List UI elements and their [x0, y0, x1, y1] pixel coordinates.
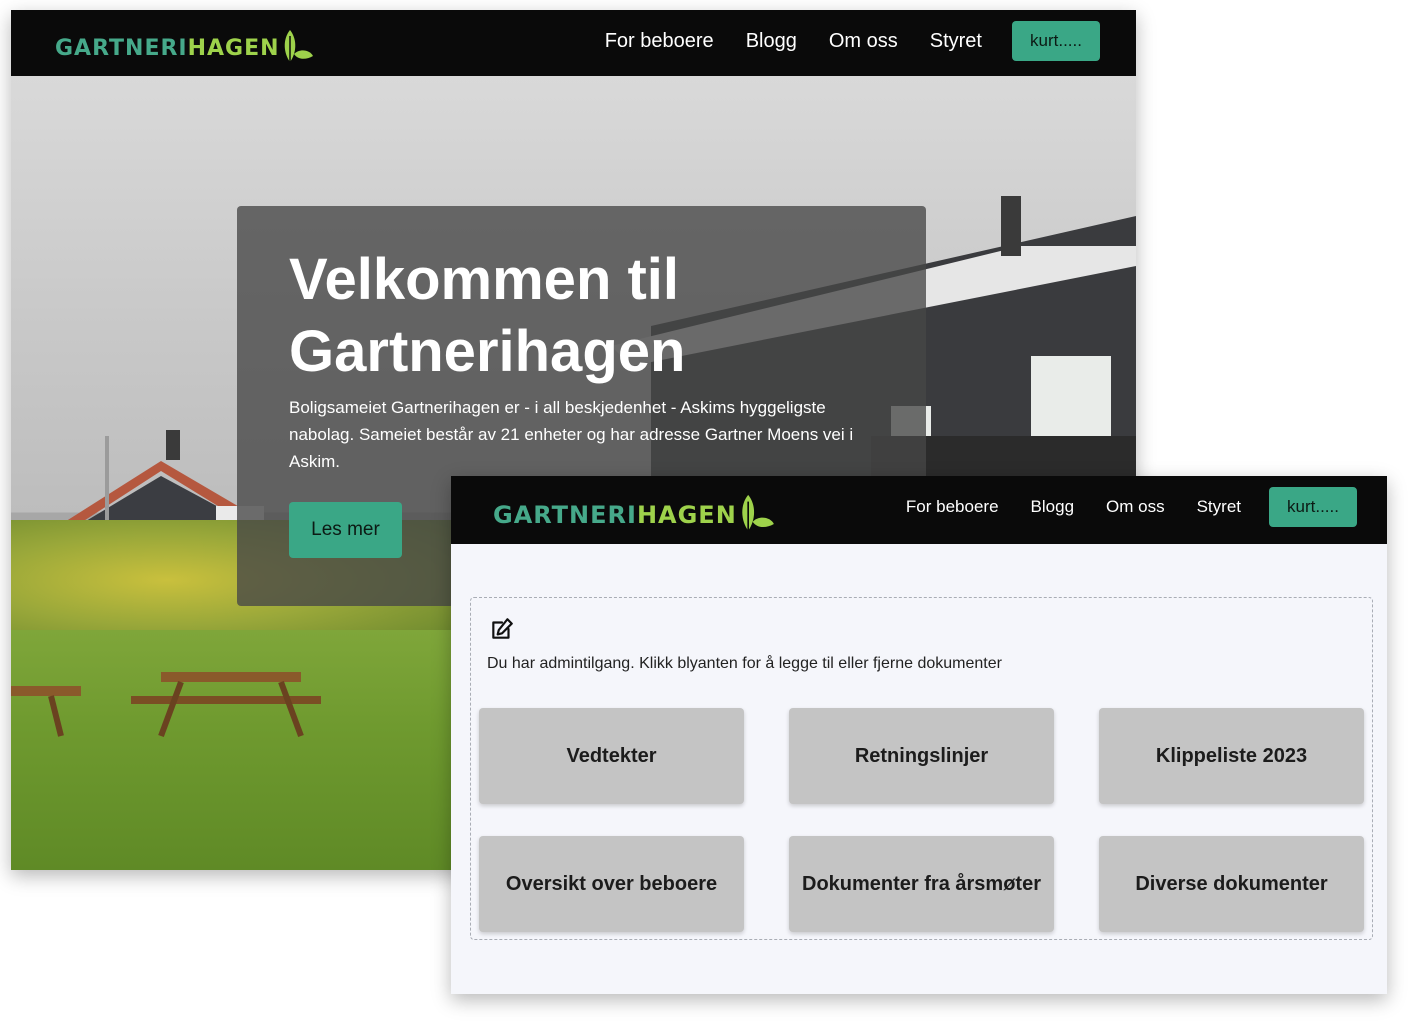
documents-window: GARTNERI HAGEN For beboere Blogg Om oss … [451, 476, 1387, 994]
doc-card-retningslinjer[interactable]: Retningslinjer [789, 708, 1054, 804]
admin-access-note: Du har admintilgang. Klikk blyanten for … [487, 655, 1002, 672]
nav-link-blogg[interactable]: Blogg [746, 30, 797, 53]
doc-card-diverse[interactable]: Diverse dokumenter [1099, 836, 1364, 932]
user-menu-button[interactable]: kurt..... [1269, 487, 1357, 527]
hero-title: Velkommen til Gartnerihagen [289, 247, 686, 384]
leaf-icon [742, 494, 774, 536]
user-menu-button[interactable]: kurt..... [1012, 21, 1100, 61]
nav-links: For beboere Blogg Om oss Styret kurt....… [573, 21, 1100, 61]
brand-logo[interactable]: GARTNERI HAGEN [493, 492, 775, 538]
top-navbar: GARTNERI HAGEN For beboere Blogg Om oss … [11, 10, 1136, 76]
nav-link-styret[interactable]: Styret [930, 30, 982, 53]
logo-text-part1: GARTNERI [493, 501, 637, 529]
pencil-square-icon[interactable] [489, 616, 515, 642]
doc-card-klippeliste[interactable]: Klippeliste 2023 [1099, 708, 1364, 804]
brand-logo[interactable]: GARTNERI HAGEN [55, 28, 314, 68]
read-more-button[interactable]: Les mer [289, 502, 402, 558]
nav-link-blogg[interactable]: Blogg [1031, 497, 1074, 517]
doc-card-vedtekter[interactable]: Vedtekter [479, 708, 744, 804]
nav-link-for-beboere[interactable]: For beboere [906, 497, 999, 517]
nav-link-om-oss[interactable]: Om oss [829, 30, 898, 53]
logo-text-part1: GARTNERI [55, 35, 188, 61]
leaf-icon [284, 30, 313, 66]
logo-text-part2: HAGEN [636, 501, 737, 529]
nav-link-for-beboere[interactable]: For beboere [605, 30, 714, 53]
nav-link-om-oss[interactable]: Om oss [1106, 497, 1165, 517]
top-navbar: GARTNERI HAGEN For beboere Blogg Om oss … [451, 476, 1387, 544]
doc-card-oversikt-beboere[interactable]: Oversikt over beboere [479, 836, 744, 932]
doc-card-arsmoter[interactable]: Dokumenter fra årsmøter [789, 836, 1054, 932]
hero-text: Boligsameiet Gartnerihagen er - i all be… [289, 398, 854, 471]
nav-links: For beboere Blogg Om oss Styret kurt....… [874, 487, 1357, 527]
nav-link-styret[interactable]: Styret [1197, 497, 1241, 517]
admin-documents-panel: Du har admintilgang. Klikk blyanten for … [470, 597, 1373, 940]
logo-text-part2: HAGEN [187, 35, 280, 61]
